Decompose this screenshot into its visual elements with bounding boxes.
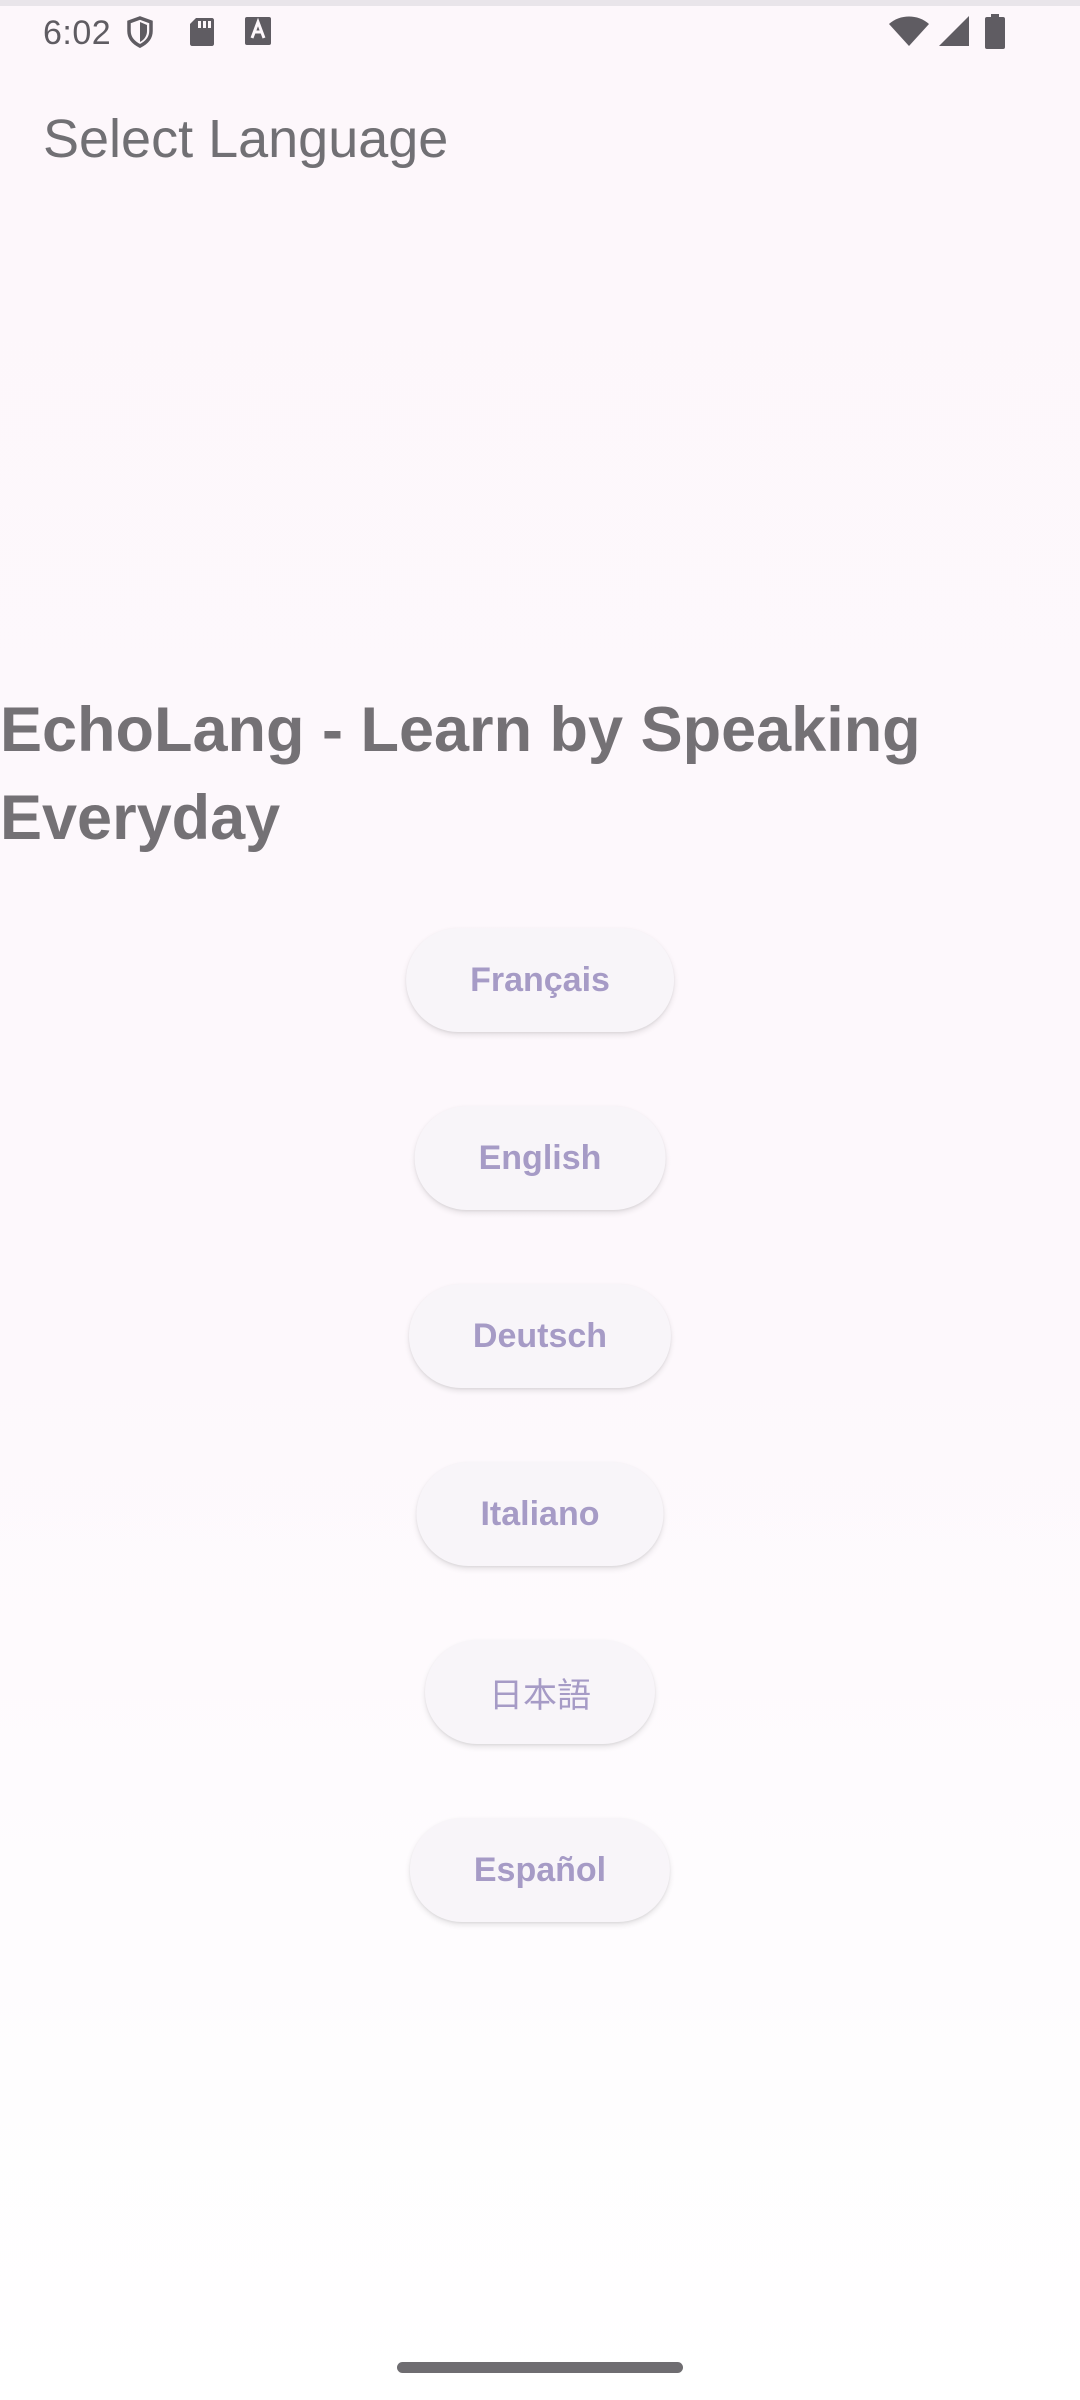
language-button-deutsch[interactable]: Deutsch [408, 1284, 672, 1388]
sd-card-icon [188, 16, 216, 53]
app-headline: EchoLang - Learn by Speaking Everyday [0, 695, 921, 853]
language-button-italiano[interactable]: Italiano [416, 1462, 664, 1566]
cell-signal-icon [937, 14, 971, 53]
battery-icon [984, 14, 1006, 55]
status-time: 6:02 [43, 14, 112, 52]
language-button-francais[interactable]: Français [406, 928, 674, 1032]
wifi-icon [888, 14, 930, 53]
page-title: Select Language [43, 109, 449, 169]
language-button-espanol[interactable]: Español [409, 1818, 671, 1922]
shield-icon [126, 16, 154, 53]
gesture-nav-handle[interactable] [397, 2362, 683, 2373]
language-button-english[interactable]: English [414, 1106, 666, 1210]
text-a-icon [244, 16, 272, 51]
language-button-japanese[interactable]: 日本語 [425, 1640, 655, 1744]
status-bar: 6:02 [0, 6, 1080, 56]
